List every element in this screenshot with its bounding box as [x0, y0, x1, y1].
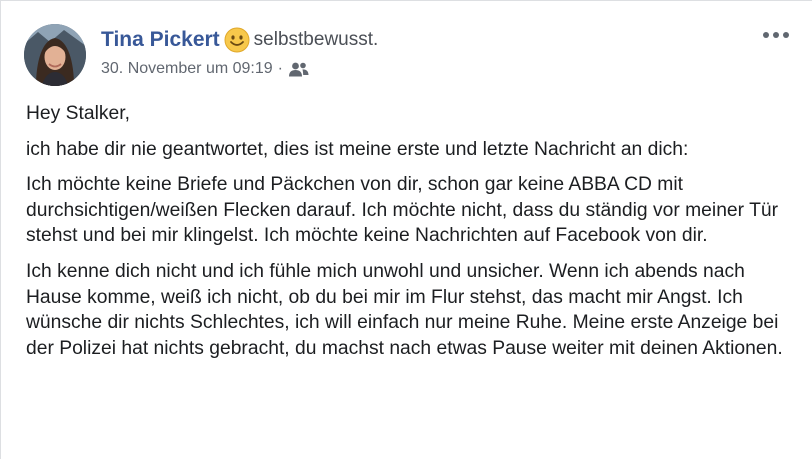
more-options-icon	[763, 32, 789, 38]
meta-separator: ·	[277, 60, 283, 77]
post-timestamp-link[interactable]: 30. November um 09:19	[101, 60, 273, 78]
author-line: Tina Pickert selbstbewusst.	[101, 25, 752, 55]
more-options-button[interactable]	[762, 25, 790, 45]
post-paragraph-intro: ich habe dir nie geantwortet, dies ist m…	[26, 138, 689, 160]
profile-photo-icon	[24, 24, 86, 86]
feeling-text: selbstbewusst.	[253, 29, 379, 50]
friends-icon[interactable]	[288, 61, 310, 77]
author-avatar[interactable]	[24, 24, 86, 86]
post-paragraph-greeting: Hey Stalker,	[26, 103, 130, 124]
post-header: Tina Pickert selbstbewusst. 30. November…	[101, 25, 752, 80]
post-meta: 30. November um 09:19 ·	[101, 58, 752, 80]
facebook-post: Tina Pickert selbstbewusst. 30. November…	[0, 0, 812, 459]
post-paragraph-feelings: Ich kenne dich nicht und ich fühle mich …	[26, 260, 783, 359]
author-name-link[interactable]: Tina Pickert	[101, 28, 220, 52]
post-body: Hey Stalker, ich habe dir nie geantworte…	[26, 101, 798, 371]
post-paragraph-requests: Ich möchte keine Briefe und Päckchen von…	[26, 174, 778, 247]
smiling-face-icon	[224, 27, 250, 53]
